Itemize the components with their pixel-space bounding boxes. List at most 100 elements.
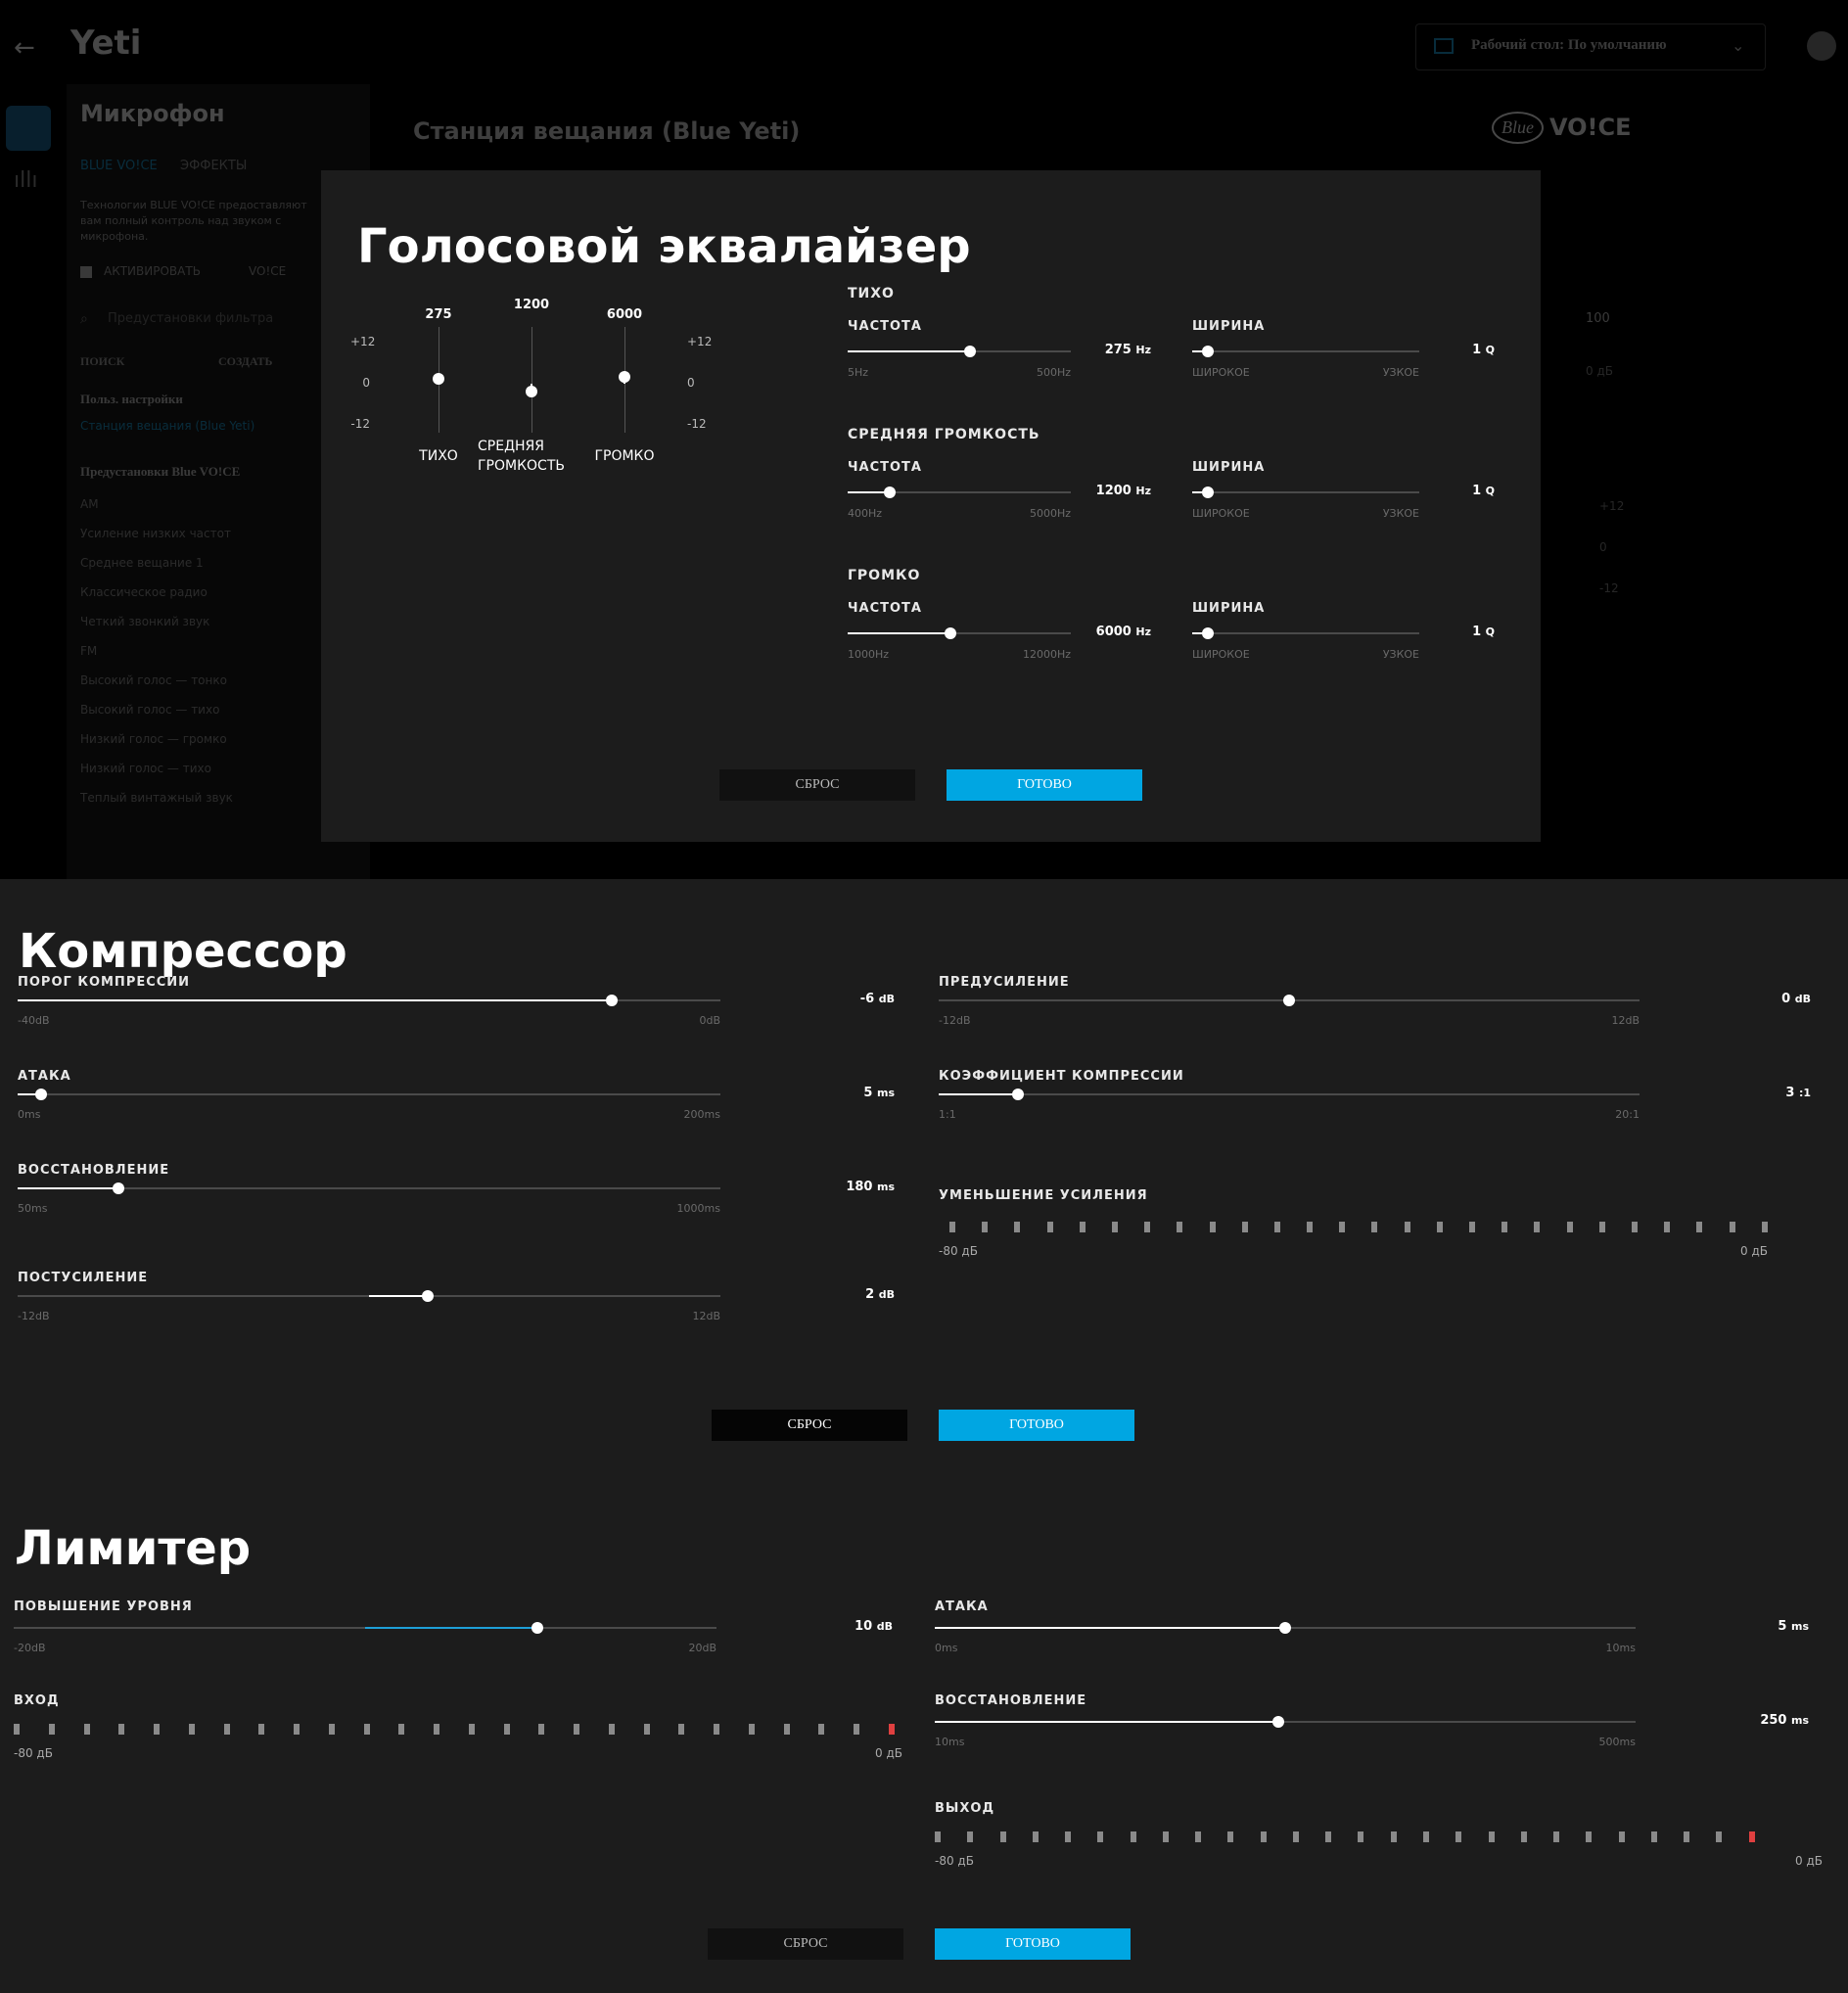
eq-width-value-number: 1: [1472, 625, 1482, 639]
compressor-slider-max: 0dB: [699, 1014, 720, 1027]
preset-item[interactable]: Усиление низких частот: [80, 527, 231, 540]
eq-width-slider-thumb[interactable]: [1202, 487, 1215, 498]
compressor-slider-thumb[interactable]: [421, 1290, 434, 1302]
limiter-input-meter-segment: [503, 1723, 510, 1735]
preset-item[interactable]: Низкий голос — тихо: [80, 762, 211, 775]
desktop-icon: [1434, 38, 1454, 54]
search-button[interactable]: ПОИСК: [80, 354, 124, 369]
compressor-slider-max: 12dB: [1611, 1014, 1640, 1027]
limiter-output-meter-segment: [1292, 1831, 1299, 1842]
compressor-slider-label: ПОРОГ КОМПРЕССИИ: [18, 975, 191, 990]
profile-selector[interactable]: Рабочий стол: По умолчанию ⌄: [1415, 23, 1766, 70]
equalizer-modal: Голосовой эквалайзер +12 +12 0 0 -12 -12 275 ТИ…: [321, 170, 1541, 842]
eq-width-slider-thumb[interactable]: [1202, 627, 1215, 639]
compressor-slider[interactable]: [939, 993, 1640, 1008]
preset-item[interactable]: Классическое радио: [80, 585, 208, 599]
eq-width-slider[interactable]: [1192, 485, 1419, 500]
limiter-boost-value-number: 10: [855, 1619, 873, 1634]
compressor-slider-label: АТАКА: [18, 1069, 71, 1084]
compressor-slider-max: 200ms: [683, 1108, 720, 1121]
compressor-slider[interactable]: [18, 1288, 720, 1304]
eq-freq-slider[interactable]: [848, 344, 1071, 359]
gain-reduction-meter-segment: [1273, 1221, 1280, 1232]
gear-icon[interactable]: [1807, 31, 1836, 61]
back-icon[interactable]: ←: [14, 33, 35, 63]
limiter-boost-slider[interactable]: [14, 1620, 716, 1636]
limiter-done-button[interactable]: ГОТОВО: [935, 1928, 1131, 1960]
limiter-output-meter-segment: [1390, 1831, 1397, 1842]
compressor-done-button[interactable]: ГОТОВО: [939, 1410, 1134, 1441]
limiter-input-meter-segment: [818, 1723, 825, 1735]
limiter-slider-min: 10ms: [935, 1736, 965, 1748]
limiter-slider-thumb[interactable]: [1279, 1622, 1291, 1634]
right-scale-top: +12: [1599, 499, 1625, 513]
eq-freq-min: 1000Hz: [848, 648, 890, 661]
eq-width-slider[interactable]: [1192, 626, 1419, 641]
limiter-output-meter-segment: [1650, 1831, 1657, 1842]
compressor-right-controls: ПРЕДУСИЛЕНИЕ 0 dB -12dB 12dB КОЭФФИЦИЕНТ КОМ…: [920, 879, 1848, 1368]
limiter-slider[interactable]: [935, 1714, 1636, 1730]
user-preset[interactable]: Станция вещания (Blue Yeti): [80, 419, 276, 433]
compressor-slider-value-number: 0: [1781, 992, 1791, 1006]
gain-reduction-meter-segment: [1534, 1221, 1541, 1232]
right-value-db: 0 дБ: [1586, 364, 1613, 378]
preset-item[interactable]: Высокий голос — тонко: [80, 673, 227, 687]
limiter-input-meter-segment: [854, 1723, 859, 1735]
limiter-input-meter-segment: [223, 1723, 230, 1735]
compressor-slider-thumb[interactable]: [112, 1182, 124, 1194]
compressor-slider-thumb[interactable]: [1011, 1089, 1024, 1100]
preset-item[interactable]: AM: [80, 497, 99, 511]
gain-reduction-meter-segment: [1404, 1221, 1410, 1232]
preset-item[interactable]: Низкий голос — громко: [80, 732, 227, 746]
eq-width-slider[interactable]: [1192, 344, 1419, 359]
compressor-slider-value: 0 dB: [1781, 992, 1811, 1006]
eq-freq-slider-thumb[interactable]: [884, 487, 897, 498]
compressor-slider-min: 50ms: [18, 1202, 48, 1215]
preset-item[interactable]: Теплый винтажный звук: [80, 791, 233, 805]
compressor-slider-fill: [18, 1187, 118, 1189]
compressor-slider-thumb[interactable]: [605, 995, 618, 1006]
blue-logo-text: VO!CE: [1549, 114, 1632, 141]
preset-item[interactable]: Четкий звонкий звук: [80, 615, 209, 628]
activate-checkbox[interactable]: [80, 266, 92, 278]
limiter-slider-label: АТАКА: [935, 1599, 989, 1614]
eq-freq-value-number: 6000: [1095, 625, 1132, 639]
limiter-input-meter-segment: [468, 1723, 475, 1735]
create-button[interactable]: СОЗДАТЬ: [218, 354, 272, 369]
eq-width-slider-track: [1192, 350, 1419, 352]
eq-freq-slider-thumb[interactable]: [944, 627, 956, 639]
compressor-slider-fill: [369, 1295, 428, 1297]
eq-width-slider-thumb[interactable]: [1202, 346, 1215, 357]
reset-button[interactable]: СБРОС: [719, 769, 915, 801]
limiter-output-meter-segment: [1748, 1831, 1755, 1842]
done-button[interactable]: ГОТОВО: [947, 769, 1142, 801]
limiter-output-meter-segment: [1488, 1831, 1495, 1842]
compressor-slider-thumb[interactable]: [35, 1089, 48, 1100]
compressor-slider[interactable]: [18, 1181, 720, 1196]
gain-reduction-meter-segment: [1111, 1221, 1118, 1232]
limiter-boost-slider-thumb[interactable]: [531, 1622, 543, 1634]
limiter-input-meter-segment: [118, 1723, 125, 1735]
compressor-slider[interactable]: [18, 993, 720, 1008]
microphone-icon[interactable]: [6, 106, 51, 151]
compressor-slider-thumb[interactable]: [1283, 995, 1295, 1006]
equalizer-nav-icon[interactable]: ıllı: [14, 168, 37, 193]
compressor-slider[interactable]: [18, 1087, 720, 1102]
preset-item[interactable]: Среднее вещание 1: [80, 556, 204, 570]
preset-item[interactable]: Высокий голос — тихо: [80, 703, 219, 717]
compressor-reset-button[interactable]: СБРОС: [712, 1410, 907, 1441]
gain-reduction-max: 0 дБ: [1740, 1244, 1768, 1258]
eq-freq-slider[interactable]: [848, 485, 1071, 500]
tab-effects[interactable]: ЭФФЕКТЫ: [180, 159, 247, 173]
limiter-slider-thumb[interactable]: [1271, 1716, 1284, 1728]
eq-freq-slider-thumb[interactable]: [964, 346, 977, 357]
preset-item[interactable]: FM: [80, 644, 97, 658]
tab-blue-voice[interactable]: BLUE VO!CE: [80, 159, 158, 173]
limiter-output-meter: [935, 1831, 1755, 1842]
filter-input[interactable]: Предустановки фильтра: [108, 311, 273, 326]
eq-freq-slider[interactable]: [848, 626, 1071, 641]
blue-presets-title: Предустановки Blue VO!CE: [80, 464, 241, 479]
limiter-slider[interactable]: [935, 1620, 1636, 1636]
limiter-reset-button[interactable]: СБРОС: [708, 1928, 903, 1960]
compressor-slider[interactable]: [939, 1087, 1640, 1102]
